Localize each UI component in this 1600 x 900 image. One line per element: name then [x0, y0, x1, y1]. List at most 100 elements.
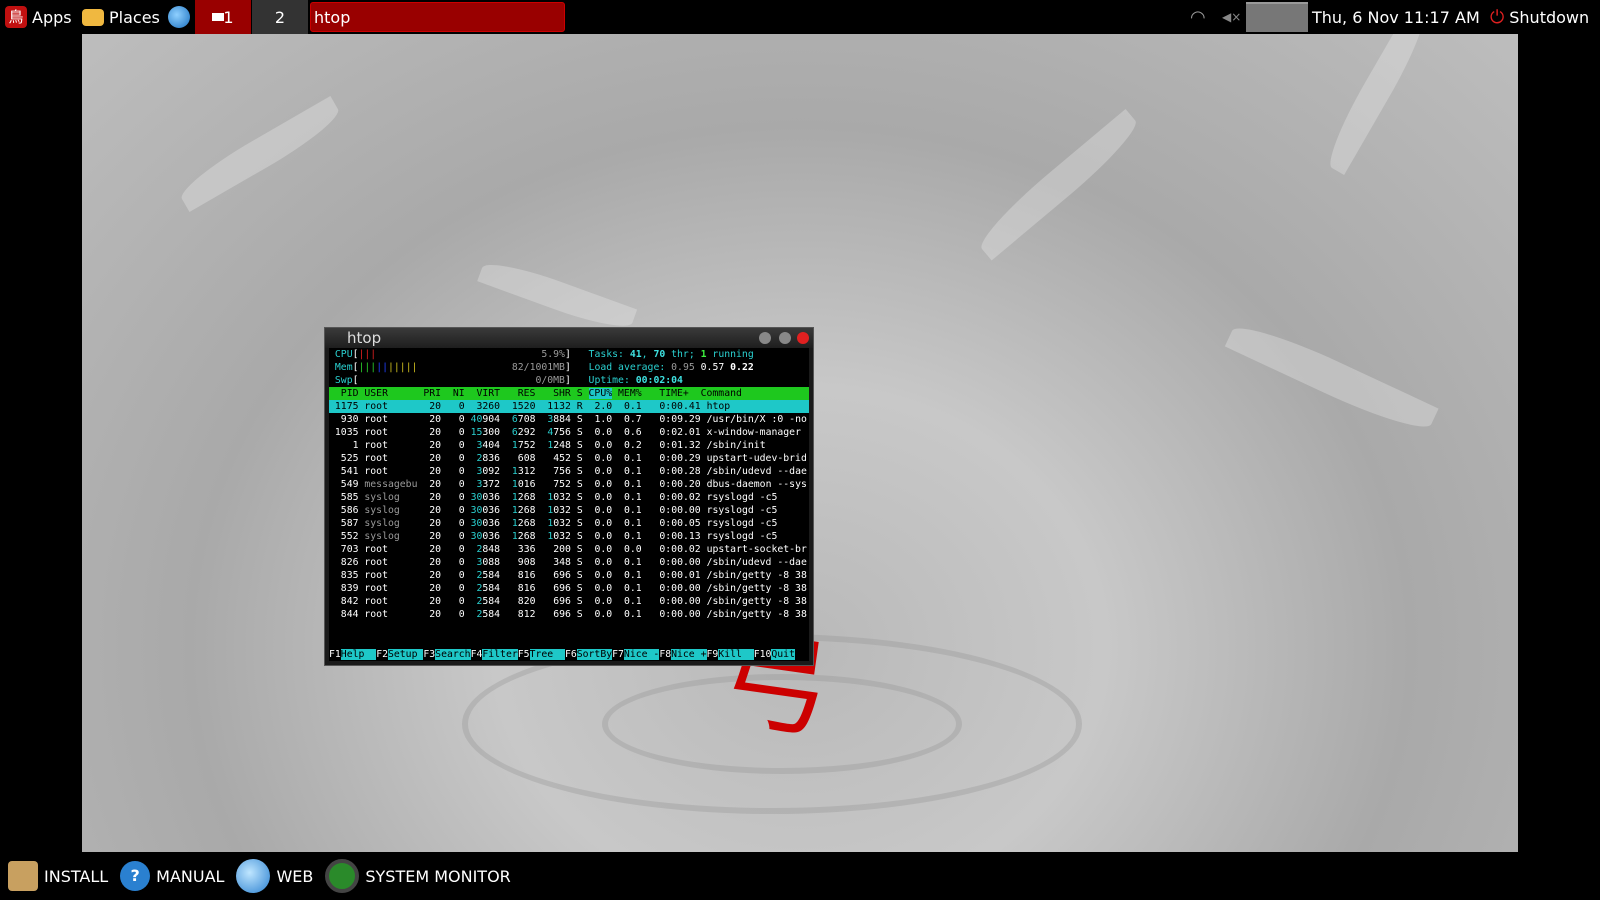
- clock[interactable]: Thu, 6 Nov 11:17 AM: [1312, 0, 1480, 34]
- command: x-window-manager: [706, 427, 807, 438]
- command: /sbin/getty -8 38: [706, 570, 807, 581]
- volume-muted-icon[interactable]: ◀×: [1222, 0, 1241, 34]
- num-cell: 30036: [471, 518, 501, 529]
- num-cell: 756: [541, 466, 571, 477]
- num-cell: 30036: [471, 492, 501, 503]
- mem-value: 82/1001MB: [417, 362, 565, 373]
- fkey-label[interactable]: Quit: [771, 649, 795, 660]
- num-cell: 1268: [506, 518, 536, 529]
- term-text: 268: [517, 518, 536, 529]
- process-row[interactable]: 844 root 20 0 2584 812 696 S 0.0 0.1 0:0…: [329, 608, 809, 621]
- process-row[interactable]: 930 root 20 0 40904 6708 3884 S 1.0 0.7 …: [329, 413, 809, 426]
- workspace-2[interactable]: 2: [252, 0, 308, 34]
- fkey-f8[interactable]: F8: [659, 649, 671, 660]
- fkey-label[interactable]: Tree: [529, 649, 565, 660]
- fkey-f10[interactable]: F10: [754, 649, 772, 660]
- column-headers: PID USER PRI NI VIRT RES SHR S: [329, 388, 589, 399]
- close-button[interactable]: [797, 332, 809, 344]
- apps-label: Apps: [32, 7, 72, 27]
- fkey-label[interactable]: Setup: [387, 649, 424, 660]
- term-text: 708: [517, 414, 536, 425]
- process-row[interactable]: 839 root 20 0 2584 816 696 S 0.0 0.1 0:0…: [329, 582, 809, 595]
- fkey-f9[interactable]: F9: [707, 649, 719, 660]
- pid: 1035: [329, 427, 365, 438]
- process-row[interactable]: 585 syslog 20 0 30036 1268 1032 S 0.0 0.…: [329, 491, 809, 504]
- term-text: 032: [553, 505, 571, 516]
- fkey-label[interactable]: Help: [340, 649, 377, 660]
- process-row[interactable]: 586 syslog 20 0 30036 1268 1032 S 0.0 0.…: [329, 504, 809, 517]
- browser-launcher[interactable]: [168, 0, 190, 34]
- fkey-label[interactable]: Nice +: [671, 649, 707, 660]
- term-text: 15: [470, 427, 483, 438]
- num-cell: 2848: [471, 544, 501, 555]
- terminal[interactable]: CPU[||| 5.9%] Tasks: 41, 70 thr; 1 runni…: [329, 348, 809, 661]
- minimize-button[interactable]: [759, 332, 771, 344]
- process-row[interactable]: 1035 root 20 0 15300 6292 4756 S 0.0 0.6…: [329, 426, 809, 439]
- window-titlebar[interactable]: htop: [325, 328, 813, 348]
- swp-value: 0/0MB: [358, 375, 565, 386]
- term-text: 268: [517, 531, 536, 542]
- process-row[interactable]: 842 root 20 0 2584 820 696 S 0.0 0.1 0:0…: [329, 595, 809, 608]
- globe-icon: [236, 859, 271, 893]
- user: root: [364, 414, 418, 425]
- install-launcher[interactable]: INSTALL: [8, 861, 108, 891]
- term-text: 848: [482, 544, 501, 555]
- htop-window[interactable]: htop CPU[||| 5.9%] Tasks: 41, 70 thr; 1 …: [324, 327, 814, 666]
- term-text: CPU: [329, 349, 353, 360]
- taskbar-htop[interactable]: htop: [310, 2, 565, 32]
- system-monitor-launcher[interactable]: SYSTEM MONITOR: [325, 859, 511, 893]
- process-row[interactable]: 587 syslog 20 0 30036 1268 1032 S 0.0 0.…: [329, 517, 809, 530]
- manual-launcher[interactable]: ? MANUAL: [120, 861, 224, 891]
- fkey-f7[interactable]: F7: [612, 649, 624, 660]
- fkey-f4[interactable]: F4: [471, 649, 483, 660]
- process-row[interactable]: 1 root 20 0 3404 1752 1248 S 0.0 0.2 0:0…: [329, 439, 809, 452]
- fkey-label[interactable]: Filter: [482, 649, 518, 660]
- process-row[interactable]: 549 messagebu 20 0 3372 1016 752 S 0.0 0…: [329, 478, 809, 491]
- term-text: |||: [358, 362, 377, 373]
- places-menu[interactable]: Places: [82, 0, 160, 34]
- command: /sbin/getty -8 38: [706, 596, 807, 607]
- num-cell: 812: [506, 609, 536, 620]
- term-text: 836: [482, 453, 501, 464]
- process-row[interactable]: 703 root 20 0 2848 336 200 S 0.0 0.0 0:0…: [329, 543, 809, 556]
- fkey-label[interactable]: Search: [435, 649, 471, 660]
- fkey-f1[interactable]: F1: [329, 649, 341, 660]
- process-row[interactable]: 835 root 20 0 2584 816 696 S 0.0 0.1 0:0…: [329, 569, 809, 582]
- apps-menu[interactable]: 鳥 Apps: [5, 0, 72, 34]
- fkey-label[interactable]: Nice -: [623, 649, 660, 660]
- system-monitor-icon: [325, 859, 360, 893]
- fkey-f6[interactable]: F6: [565, 649, 577, 660]
- maximize-button[interactable]: [779, 332, 791, 344]
- shutdown-button[interactable]: ⏻ Shutdown: [1490, 0, 1589, 34]
- pid: 552: [329, 531, 365, 542]
- command: upstart-socket-br: [706, 544, 807, 555]
- fkey-f2[interactable]: F2: [376, 649, 388, 660]
- fkey-f5[interactable]: F5: [518, 649, 530, 660]
- web-launcher[interactable]: WEB: [236, 859, 313, 893]
- term-text: Mem: [329, 362, 353, 373]
- cpu-value: 5.9%: [376, 349, 565, 360]
- process-row[interactable]: 826 root 20 0 3088 908 348 S 0.0 0.1 0:0…: [329, 556, 809, 569]
- process-row[interactable]: 552 syslog 20 0 30036 1268 1032 S 0.0 0.…: [329, 530, 809, 543]
- process-row[interactable]: 525 root 20 0 2836 608 452 S 0.0 0.1 0:0…: [329, 452, 809, 465]
- wifi-icon[interactable]: ◠: [1190, 0, 1206, 34]
- term-text: 20 0: [417, 557, 471, 568]
- taskbar-htop-label: htop: [314, 7, 351, 27]
- stats: S 0.0 0.1 0:00.05: [570, 518, 707, 529]
- workspace-1[interactable]: 1: [195, 0, 251, 34]
- function-key-bar: F1Help F2Setup F3SearchF4FilterF5Tree F6…: [329, 648, 795, 661]
- fkey-f3[interactable]: F3: [423, 649, 435, 660]
- process-row[interactable]: 541 root 20 0 3092 1312 756 S 0.0 0.1 0:…: [329, 465, 809, 478]
- user: root: [364, 583, 418, 594]
- num-cell: 1752: [506, 440, 536, 451]
- pid: 587: [329, 518, 365, 529]
- stats: S 0.0 0.1 0:00.00: [570, 596, 707, 607]
- process-row[interactable]: 1175 root 20 0 3260 1520 1132 R 2.0 0.1 …: [329, 400, 809, 413]
- fkey-label[interactable]: SortBy: [576, 649, 613, 660]
- pid: 844: [329, 609, 365, 620]
- num-cell: 3404: [471, 440, 500, 451]
- fkey-label[interactable]: Kill: [718, 649, 754, 660]
- command: dbus-daemon --sys: [706, 479, 807, 490]
- num-cell: 1312: [506, 466, 536, 477]
- term-text: 248: [553, 440, 571, 451]
